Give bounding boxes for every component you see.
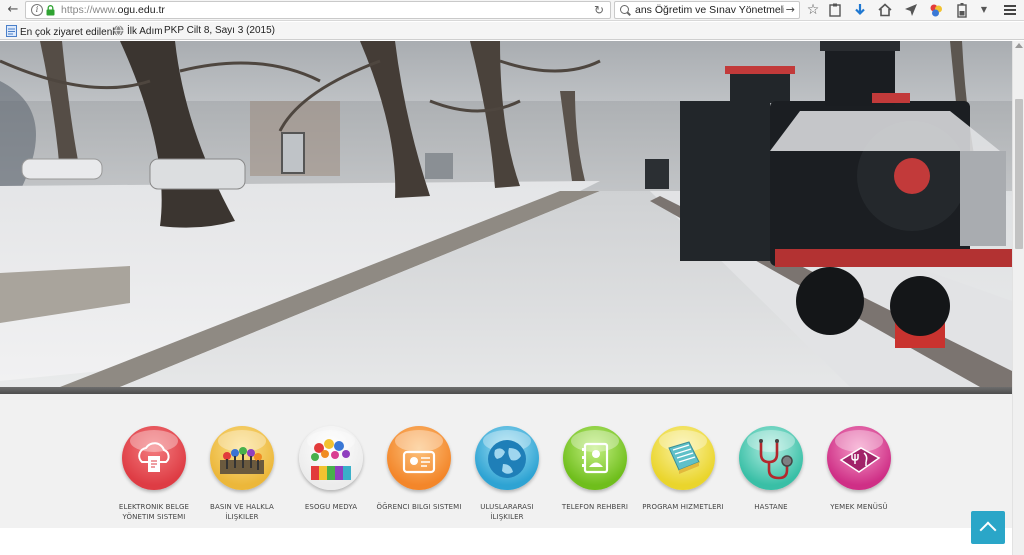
scrollbar-thumb[interactable] [1015, 99, 1023, 249]
search-icon [620, 5, 629, 14]
bookmarks-bar: En çok ziyaret edilenler İlk Adım PKP Ci… [0, 22, 1024, 40]
back-arrow-icon[interactable]: ← [5, 2, 21, 18]
battery-icon[interactable] [954, 2, 970, 18]
page-content: Elektronik Belge Yönetim Sistemi Basın v… [0, 41, 1024, 555]
food-menu-icon [827, 426, 891, 490]
dropdown-arrow-icon[interactable]: ▼ [976, 2, 992, 18]
menu-item-phonebook[interactable]: Telefon Rehberi [551, 426, 639, 526]
url-domain: ogu.edu.tr [117, 4, 165, 16]
menu-item-media[interactable]: ESOGU Medya [287, 426, 375, 526]
menu-item-press[interactable]: Basın ve Halkla İlişkiler [198, 426, 286, 526]
hamburger-menu-icon[interactable] [1002, 2, 1018, 18]
scroll-to-top-button[interactable] [971, 511, 1005, 544]
program-book-icon [651, 426, 715, 490]
info-icon[interactable]: i [31, 4, 43, 16]
menu-item-label: Program Hizmetleri [642, 503, 724, 511]
menu-item-food-menu[interactable]: Yemek Menüsü [815, 426, 903, 526]
globe-favicon-icon [113, 25, 124, 36]
menu-item-programs[interactable]: Program Hizmetleri [639, 426, 727, 526]
colorful-extension-icon[interactable] [928, 2, 944, 18]
bookmark-pkp[interactable]: PKP Cilt 8, Sayı 3 (2015) [164, 25, 275, 37]
menu-item-label: Basın ve Halkla İlişkiler [210, 503, 274, 521]
menu-item-label: Uluslararası İlişkiler [480, 503, 534, 521]
bookmark-first-step[interactable]: İlk Adım [113, 25, 163, 38]
menu-item-label: Elektronik Belge Yönetim Sistemi [118, 503, 190, 521]
menu-item-label: Yemek Menüsü [830, 503, 888, 511]
menu-item-label: Öğrenci Bilgi Sistemi [376, 503, 462, 511]
lock-icon [46, 5, 55, 16]
download-icon[interactable] [852, 2, 868, 18]
send-icon[interactable] [903, 2, 919, 18]
vertical-scrollbar[interactable] [1012, 41, 1024, 555]
menu-item-ebys[interactable]: Elektronik Belge Yönetim Sistemi [110, 426, 198, 526]
menu-item-hospital[interactable]: Hastane [727, 426, 815, 526]
reload-icon[interactable]: ↻ [594, 3, 604, 17]
student-card-icon [387, 426, 451, 490]
search-bar[interactable]: ans Öğretim ve Sınav Yönetmeliği → [614, 1, 800, 19]
bookmark-most-visited[interactable]: En çok ziyaret edilenler [6, 25, 123, 39]
scroll-up-arrow-icon[interactable] [1015, 43, 1023, 48]
menu-item-label: Telefon Rehberi [561, 503, 629, 511]
hero-winter-train-image [0, 41, 1012, 387]
clipboard-icon[interactable] [827, 2, 843, 18]
address-bar[interactable]: i https://www.ogu.edu.tr ↻ [25, 1, 611, 19]
bookmark-star-icon[interactable]: ☆ [805, 2, 821, 18]
search-go-arrow-icon[interactable]: → [783, 3, 795, 17]
hero-bottom-stripe [0, 387, 1012, 394]
search-query: ans Öğretim ve Sınav Yönetmeliği [635, 4, 794, 16]
bookmark-label: En çok ziyaret edilenler [20, 27, 124, 38]
cloud-document-icon [122, 426, 186, 490]
stethoscope-icon [739, 426, 803, 490]
home-icon[interactable] [877, 2, 893, 18]
most-visited-icon [6, 25, 17, 37]
menu-item-student-info[interactable]: Öğrenci Bilgi Sistemi [375, 426, 463, 526]
url-text: https://www.ogu.edu.tr [61, 4, 165, 16]
bookmark-label: İlk Adım [127, 26, 163, 37]
menu-item-label: Hastane [754, 503, 788, 511]
browser-toolbar: ← i https://www.ogu.edu.tr ↻ ans Öğretim… [0, 0, 1024, 21]
menu-item-international[interactable]: Uluslararası İlişkiler [463, 426, 551, 526]
phonebook-icon [563, 426, 627, 490]
media-colors-icon [299, 426, 363, 490]
microphones-icon [210, 426, 274, 490]
globe-icon [475, 426, 539, 490]
menu-item-label: ESOGU Medya [304, 503, 358, 511]
url-prefix: https://www. [61, 4, 118, 16]
bookmark-label: PKP Cilt 8, Sayı 3 (2015) [164, 25, 275, 36]
